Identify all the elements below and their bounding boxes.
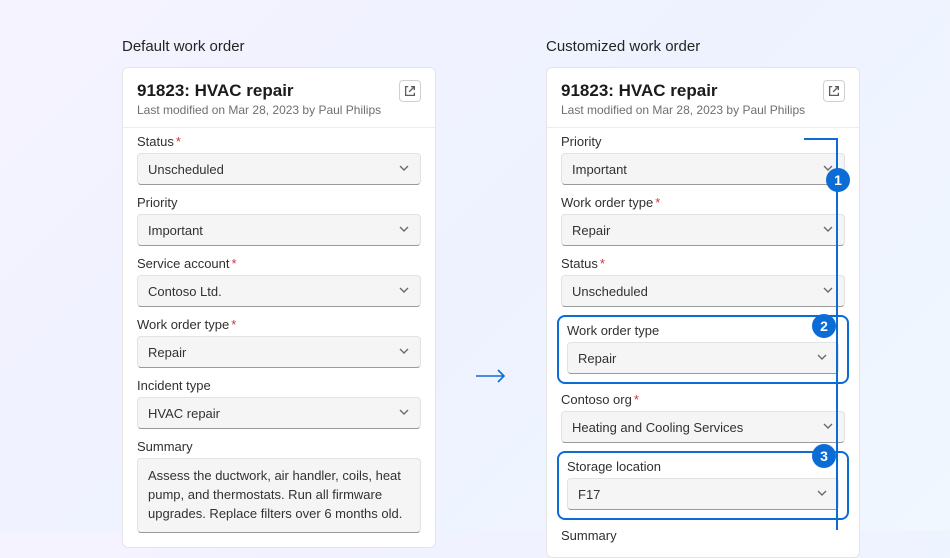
card-title: 91823: HVAC repair [137,80,399,101]
select-value: Unscheduled [148,162,224,177]
column-title: Default work order [122,38,436,55]
required-indicator: * [231,317,236,332]
incident-type-field: Incident type HVAC repair [137,378,421,429]
highlighted-work-order-type-field: Work order type Repair [557,315,849,384]
field-label: Priority [137,195,177,210]
field-label: Priority [561,134,601,149]
work-order-type-select[interactable]: Repair [561,214,845,246]
work-order-type-field: Work order type* Repair [137,317,421,368]
select-value: Repair [578,351,616,366]
select-value: F17 [578,487,600,502]
contoso-org-select[interactable]: Heating and Cooling Services [561,411,845,443]
callout-connector-line [836,138,838,530]
work-order-type-select[interactable]: Repair [137,336,421,368]
incident-type-select[interactable]: HVAC repair [137,397,421,429]
priority-select[interactable]: Important [561,153,845,185]
chevron-down-icon [398,345,410,360]
required-indicator: * [634,392,639,407]
priority-field: Priority Important [137,195,421,246]
column-title: Customized work order [546,38,860,55]
select-value: Repair [572,223,610,238]
contoso-org-field: Contoso org* Heating and Cooling Service… [561,392,845,443]
status-field: Status* Unscheduled [137,134,421,185]
required-indicator: * [655,195,660,210]
chevron-down-icon [398,406,410,421]
summary-textarea[interactable]: Assess the ductwork, air handler, coils,… [137,458,421,533]
field-label: Storage location [567,459,661,474]
field-label: Incident type [137,378,211,393]
chevron-down-icon [398,284,410,299]
select-value: Contoso Ltd. [148,284,222,299]
chevron-down-icon [816,487,828,502]
card-subtitle: Last modified on Mar 28, 2023 by Paul Ph… [137,103,399,117]
chevron-down-icon [398,223,410,238]
field-label: Work order type [567,323,659,338]
service-account-field: Service account* Contoso Ltd. [137,256,421,307]
chevron-down-icon [822,223,834,238]
storage-location-select[interactable]: F17 [567,478,839,510]
select-value: Important [572,162,627,177]
work-order-type-a-field: Work order type* Repair [561,195,845,246]
work-order-type-select[interactable]: Repair [567,342,839,374]
select-value: Heating and Cooling Services [572,420,743,435]
priority-field: Priority Important [561,134,845,185]
field-label: Work order type [561,195,653,210]
field-label: Status [137,134,174,149]
status-select[interactable]: Unscheduled [137,153,421,185]
card-subtitle: Last modified on Mar 28, 2023 by Paul Ph… [561,103,823,117]
priority-select[interactable]: Important [137,214,421,246]
required-indicator: * [176,134,181,149]
service-account-select[interactable]: Contoso Ltd. [137,275,421,307]
default-work-order-column: Default work order 91823: HVAC repair La… [122,38,436,548]
status-select[interactable]: Unscheduled [561,275,845,307]
field-label: Contoso org [561,392,632,407]
field-label: Service account [137,256,230,271]
card-header: 91823: HVAC repair Last modified on Mar … [547,68,859,128]
card-header: 91823: HVAC repair Last modified on Mar … [123,68,435,128]
chevron-down-icon [822,420,834,435]
work-order-card-customized: 91823: HVAC repair Last modified on Mar … [546,67,860,558]
select-value: Repair [148,345,186,360]
card-title: 91823: HVAC repair [561,80,823,101]
chevron-down-icon [816,351,828,366]
callout-badge-3: 3 [812,444,836,468]
customized-work-order-column: Customized work order 91823: HVAC repair… [546,38,860,558]
arrow-right-icon [474,367,508,390]
required-indicator: * [232,256,237,271]
chevron-down-icon [398,162,410,177]
callout-badge-1: 1 [826,168,850,192]
chevron-down-icon [822,284,834,299]
select-value: HVAC repair [148,406,220,421]
select-value: Unscheduled [572,284,648,299]
summary-field: Summary Assess the ductwork, air handler… [137,439,421,533]
popout-icon[interactable] [823,80,845,102]
highlighted-storage-location-field: Storage location F17 [557,451,849,520]
callout-connector-line [804,138,838,140]
select-value: Important [148,223,203,238]
field-label: Work order type [137,317,229,332]
status-field: Status* Unscheduled [561,256,845,307]
callout-badge-2: 2 [812,314,836,338]
popout-icon[interactable] [399,80,421,102]
work-order-card-default: 91823: HVAC repair Last modified on Mar … [122,67,436,548]
field-label: Summary [137,439,193,454]
required-indicator: * [600,256,605,271]
field-label: Status [561,256,598,271]
